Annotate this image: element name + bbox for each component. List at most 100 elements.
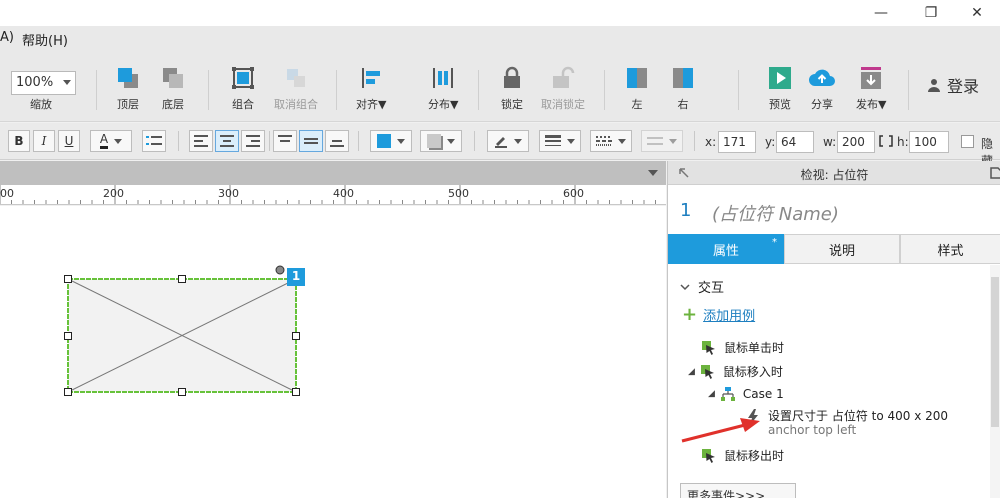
y-input[interactable]: 64: [776, 131, 814, 153]
more-events-select[interactable]: 更多事件>>>: [680, 483, 796, 498]
bring-front-button[interactable]: 顶层: [116, 66, 140, 112]
preview-button[interactable]: 预览: [768, 66, 792, 112]
publish-button[interactable]: 发布▼: [856, 66, 886, 112]
lock-icon: [504, 66, 520, 88]
chevron-down-icon[interactable]: [648, 170, 658, 176]
tab-properties[interactable]: 属性 *: [668, 234, 784, 264]
shadow-button[interactable]: [420, 130, 462, 152]
bold-button[interactable]: B: [8, 130, 30, 152]
action-item[interactable]: 设置尺寸于 占位符 to 400 x 200 anchor top left: [746, 409, 948, 437]
line-style-button[interactable]: [590, 130, 632, 152]
chevron-down-icon: [680, 283, 690, 290]
cursor-event-icon: [700, 364, 714, 379]
title-bar: — ❐ ✕: [0, 0, 1000, 26]
align-button[interactable]: 对齐▼: [356, 66, 386, 112]
x-input[interactable]: 171: [718, 131, 756, 153]
align-text-right-button[interactable]: [241, 130, 265, 152]
design-canvas[interactable]: 1: [0, 206, 666, 498]
right-panel-button[interactable]: 右: [671, 66, 695, 112]
valign-middle-button[interactable]: [299, 130, 323, 152]
left-label: 左: [631, 98, 643, 111]
scrollbar-thumb[interactable]: [991, 277, 999, 427]
cloud-upload-icon: [809, 69, 835, 86]
canvas-tab-bar: [0, 161, 666, 185]
placeholder-widget[interactable]: [0, 206, 666, 498]
toolbar-divider: [208, 70, 209, 110]
valign-top-icon: [278, 135, 292, 142]
right-label: 右: [677, 98, 689, 111]
event-onclick-label: 鼠标单击时: [724, 341, 785, 355]
font-color-button[interactable]: A: [90, 130, 132, 152]
unlock-button[interactable]: 取消锁定: [541, 66, 585, 112]
share-button[interactable]: 分享: [808, 66, 836, 112]
line-color-button[interactable]: [487, 130, 529, 152]
toolbar-divider: [604, 70, 605, 110]
format-divider: [269, 131, 270, 151]
y-label: y:: [765, 135, 776, 149]
group-button[interactable]: 组合: [231, 66, 255, 112]
align-text-center-button[interactable]: [215, 130, 239, 152]
menu-item-help[interactable]: 帮助(H): [22, 30, 68, 49]
aspect-lock-button[interactable]: [879, 135, 893, 150]
h-input[interactable]: 100: [909, 131, 949, 153]
event-onmouseleave[interactable]: 鼠标移出时: [702, 447, 784, 464]
unlock-icon: [553, 66, 575, 88]
ruler-mark: 200: [103, 187, 124, 200]
align-text-right-icon: [246, 135, 260, 147]
italic-button[interactable]: I: [33, 130, 55, 152]
tab-notes[interactable]: 说明: [784, 234, 900, 264]
login-button[interactable]: 登录: [927, 73, 979, 97]
distribute-icon: [433, 68, 454, 88]
widget-name-input[interactable]: (占位符 Name): [712, 200, 839, 226]
underline-button[interactable]: U: [58, 130, 80, 152]
valign-bottom-button[interactable]: [325, 130, 349, 152]
event-onmouseleave-label: 鼠标移出时: [724, 449, 785, 463]
bring-front-label: 顶层: [117, 98, 139, 111]
close-button[interactable]: ✕: [954, 0, 1000, 26]
tab-modified-marker: *: [772, 237, 777, 248]
expanded-triangle-icon: ◢: [688, 366, 695, 377]
unlock-label: 取消锁定: [541, 98, 585, 111]
chevron-down-icon: [397, 138, 405, 144]
case-item[interactable]: ◢ Case 1: [708, 387, 784, 401]
menu-item-partial[interactable]: A): [0, 30, 14, 45]
valign-top-button[interactable]: [273, 130, 297, 152]
distribute-label: 分布▼: [428, 98, 459, 111]
widget-index: 1: [680, 200, 692, 221]
event-onmouseenter[interactable]: ◢ 鼠标移入时: [688, 363, 783, 380]
restore-button[interactable]: ❐: [908, 0, 954, 26]
line-width-icon: [545, 135, 561, 146]
group-label: 组合: [232, 98, 254, 111]
bring-front-icon: [118, 68, 138, 88]
fill-color-button[interactable]: [370, 130, 412, 152]
distribute-button[interactable]: 分布▼: [428, 66, 458, 112]
minimize-button[interactable]: —: [858, 0, 904, 26]
interaction-section-title: 交互: [698, 281, 725, 296]
chevron-down-icon: [114, 138, 123, 144]
align-text-left-button[interactable]: [189, 130, 213, 152]
ruler-mark: 400: [333, 187, 354, 200]
zoom-label: 缩放: [30, 98, 52, 111]
w-input[interactable]: 200: [837, 131, 875, 153]
document-icon[interactable]: [990, 167, 1000, 179]
ungroup-button[interactable]: 取消组合: [274, 66, 318, 112]
format-divider: [474, 131, 475, 151]
chevron-down-icon: [669, 138, 677, 144]
send-back-icon: [163, 68, 183, 88]
lock-button[interactable]: 锁定: [500, 66, 524, 112]
left-panel-button[interactable]: 左: [625, 66, 649, 112]
event-onclick[interactable]: 鼠标单击时: [702, 339, 784, 356]
hide-checkbox[interactable]: [961, 135, 974, 148]
send-back-button[interactable]: 底层: [161, 66, 185, 112]
interaction-section-header[interactable]: 交互: [680, 277, 724, 296]
arrow-style-button[interactable]: [641, 130, 683, 152]
toolbar-divider: [336, 70, 337, 110]
add-case-link[interactable]: + 添加用例: [682, 305, 755, 324]
tab-style[interactable]: 样式: [900, 234, 1000, 264]
panel-scrollbar[interactable]: [990, 265, 1000, 498]
align-left-icon: [362, 68, 381, 88]
inspector-header: 检视: 占位符: [668, 161, 1000, 185]
line-width-button[interactable]: [539, 130, 581, 152]
valign-middle-icon: [304, 138, 318, 144]
bullet-list-button[interactable]: [142, 130, 166, 152]
